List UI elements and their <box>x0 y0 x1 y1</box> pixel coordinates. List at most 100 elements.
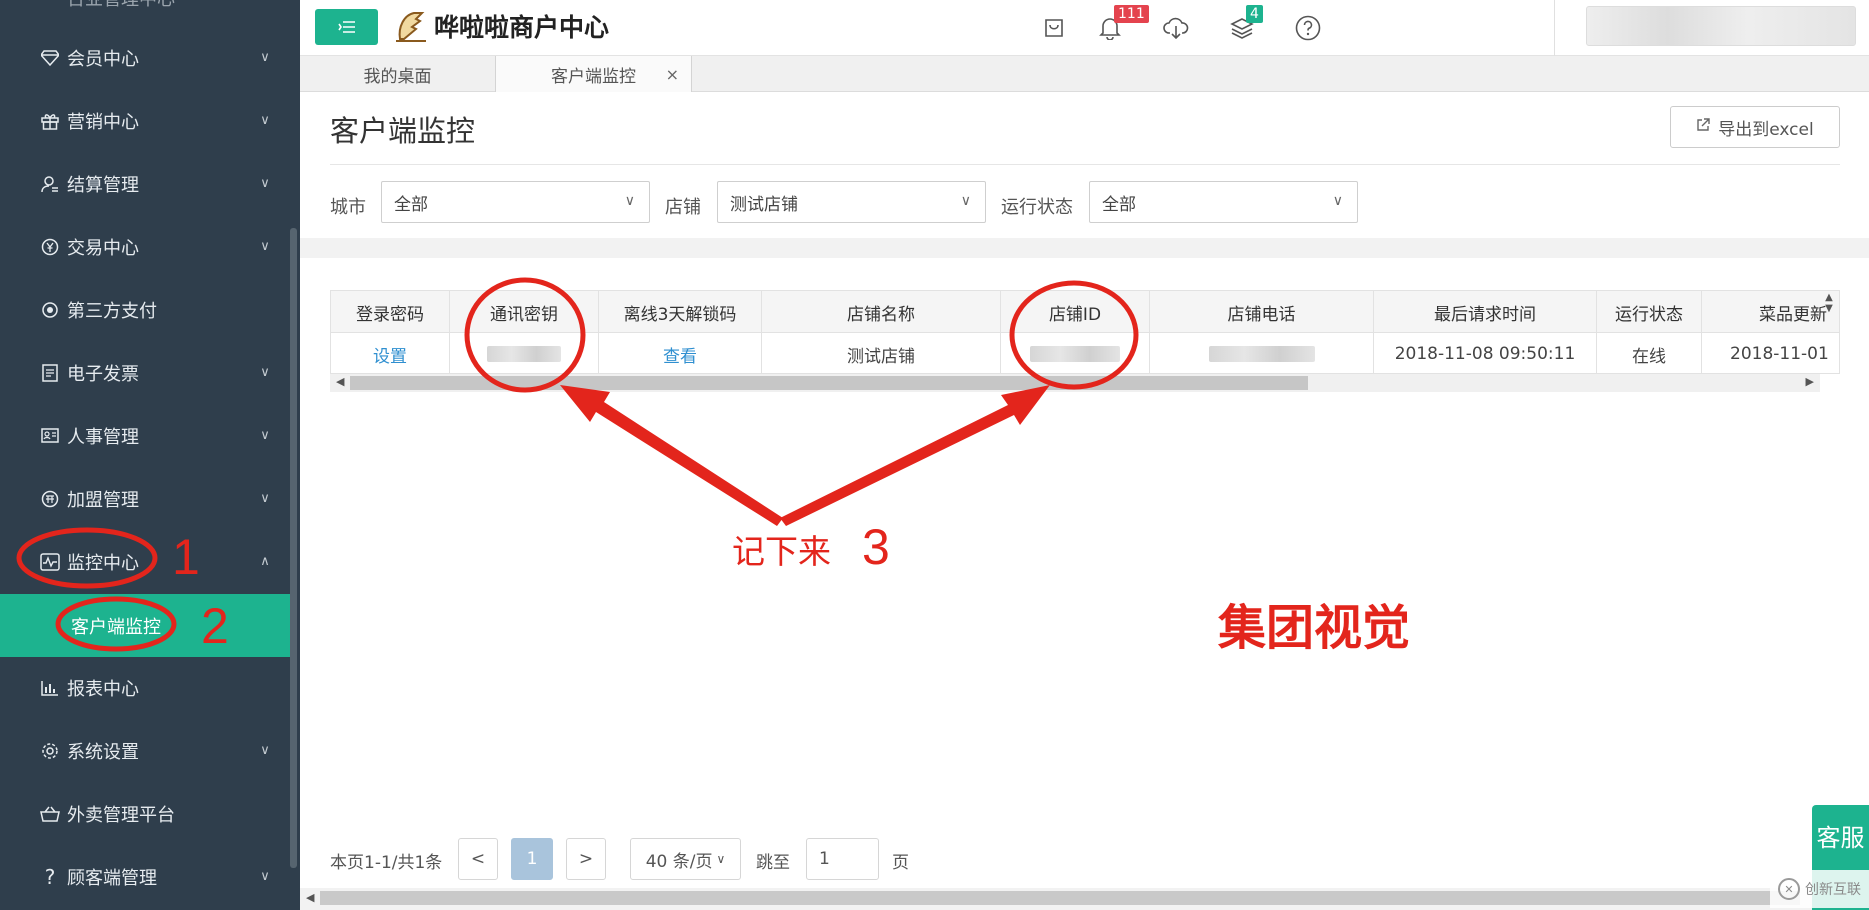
shop-name-cell: 测试店铺 <box>762 333 1001 373</box>
blurred-value <box>1208 346 1315 362</box>
sidebar-item-label: 结算管理 <box>67 174 139 196</box>
shop-phone-cell <box>1150 333 1374 373</box>
settlement-icon <box>33 175 67 193</box>
shop-select[interactable]: 测试店铺 ∨ <box>717 181 986 223</box>
sidebar-item-trade[interactable]: 交易中心 ∨ <box>0 215 290 278</box>
franchise-icon <box>33 490 67 508</box>
blurred-value <box>1030 346 1120 362</box>
city-select-value: 全部 <box>394 194 428 215</box>
sidebar-item-label: 台业管理中心 <box>67 0 290 11</box>
prev-page-button[interactable]: < <box>458 838 498 880</box>
sidebar-scrollbar[interactable] <box>290 228 297 868</box>
sidebar-item-member[interactable]: 会员中心 ∨ <box>0 26 290 89</box>
scroll-left-icon[interactable]: ◀ <box>336 375 344 388</box>
sidebar-item-third-party-pay[interactable]: 第三方支付 <box>0 278 290 341</box>
export-excel-button[interactable]: 导出到excel <box>1670 106 1840 148</box>
layers-icon[interactable]: 4 <box>1226 5 1263 44</box>
notification-bell-icon[interactable]: 111 <box>1094 5 1149 44</box>
brand-title: 哗啦啦商户中心 <box>434 13 610 42</box>
scrollbar-thumb[interactable] <box>350 376 1308 390</box>
scrollbar-thumb[interactable] <box>320 891 1800 905</box>
annotation-step-3: 3 <box>862 519 890 575</box>
tab-my-desktop[interactable]: 我的桌面 <box>300 56 496 92</box>
sidebar-item-customer-mgmt[interactable]: ? 顾客端管理 ∨ <box>0 845 290 908</box>
chevron-down-icon: ∨ <box>260 743 270 758</box>
account-box-blurred[interactable] <box>1586 6 1856 46</box>
dish-update-cell: 2018-11-01 <box>1702 333 1839 373</box>
basket-icon <box>33 806 67 822</box>
column-header: 离线3天解锁码 <box>599 291 762 333</box>
divider <box>330 164 1840 165</box>
chevron-down-icon: ∨ <box>716 852 726 866</box>
cloud-download-icon[interactable] <box>1160 12 1192 44</box>
notification-count-badge: 111 <box>1114 5 1149 23</box>
menu-collapse-icon <box>337 21 355 33</box>
table-horizontal-scrollbar[interactable]: ◀ ▶ <box>330 374 1820 392</box>
sidebar-item-label: 报表中心 <box>67 678 139 700</box>
annotation-note: 记下来 <box>732 532 831 571</box>
tab-client-monitor[interactable]: 客户端监控 × <box>496 56 692 92</box>
sidebar-item-label: 监控中心 <box>67 552 139 574</box>
shop-select-value: 测试店铺 <box>730 194 798 215</box>
status-select[interactable]: 全部 ∨ <box>1089 181 1358 223</box>
sidebar-item-label: 电子发票 <box>67 363 139 385</box>
chevron-down-icon: ∨ <box>260 428 270 443</box>
sidebar-item-partial[interactable]: 台业管理中心 <box>0 0 290 18</box>
tab-label: 我的桌面 <box>363 66 432 87</box>
view-unlock-code-link[interactable]: 查看 <box>599 333 762 373</box>
sidebar-item-hr[interactable]: 人事管理 ∨ <box>0 404 290 467</box>
sidebar: 台业管理中心 会员中心 ∨ 营销中心 ∨ 结算管理 ∨ 交易中心 ∨ 第三方支付… <box>0 0 300 910</box>
status-cell: 在线 <box>1597 333 1702 373</box>
yen-icon <box>33 238 67 256</box>
diamond-icon <box>33 49 67 66</box>
column-header: 通讯密钥 <box>450 291 599 333</box>
set-password-link[interactable]: 设置 <box>331 333 450 373</box>
next-page-button[interactable]: > <box>566 838 606 880</box>
jump-page-input[interactable]: 1 <box>806 838 879 880</box>
sidebar-item-settlement[interactable]: 结算管理 ∨ <box>0 152 290 215</box>
chevron-down-icon: ∨ <box>260 365 270 380</box>
city-select[interactable]: 全部 ∨ <box>381 181 650 223</box>
sidebar-item-e-invoice[interactable]: 电子发票 ∨ <box>0 341 290 404</box>
top-header: 哗啦啦商户中心 111 4 <box>300 0 1869 56</box>
sidebar-item-takeout-platform[interactable]: 外卖管理平台 <box>0 782 290 845</box>
eye-icon <box>33 301 67 318</box>
column-scroll-arrows[interactable]: ▲ ▼ <box>1822 292 1836 334</box>
column-header: 店铺ID <box>1001 291 1150 333</box>
header-divider <box>1554 0 1555 56</box>
scroll-right-icon[interactable]: ▶ <box>1806 375 1814 388</box>
column-header: 菜品更新 <box>1702 291 1839 333</box>
menu-toggle-button[interactable] <box>315 9 378 45</box>
chevron-down-icon: ∨ <box>260 113 270 128</box>
external-link-icon <box>1696 118 1710 136</box>
scroll-left-icon[interactable]: ◀ <box>306 891 314 904</box>
close-icon[interactable]: × <box>666 65 679 84</box>
shop-bag-icon[interactable] <box>1038 12 1070 44</box>
export-label: 导出到excel <box>1718 119 1814 140</box>
id-card-icon <box>33 428 67 443</box>
client-monitor-table: 登录密码 通讯密钥 离线3天解锁码 店铺名称 店铺ID 店铺电话 最后请求时间 … <box>330 290 1840 374</box>
help-icon[interactable] <box>1292 12 1324 44</box>
annotation-step-2: 2 <box>201 598 229 654</box>
watermark-icon: ✕ <box>1778 878 1800 900</box>
sidebar-item-system-settings[interactable]: 系统设置 ∨ <box>0 719 290 782</box>
current-page-button[interactable]: 1 <box>511 838 553 880</box>
sidebar-item-label: 客户端监控 <box>71 616 161 638</box>
column-header: 店铺电话 <box>1150 291 1374 333</box>
sidebar-item-label: 人事管理 <box>67 426 139 448</box>
sidebar-item-franchise[interactable]: 加盟管理 ∨ <box>0 467 290 530</box>
annotation-step-1: 1 <box>172 529 200 585</box>
sidebar-item-marketing[interactable]: 营销中心 ∨ <box>0 89 290 152</box>
sidebar-item-monitor-center[interactable]: 监控中心 ∧ <box>0 530 290 593</box>
sidebar-subitem-client-monitor[interactable]: 客户端监控 <box>0 594 290 657</box>
sidebar-item-label: 交易中心 <box>67 237 139 259</box>
sidebar-item-reports[interactable]: 报表中心 <box>0 656 290 719</box>
gift-icon <box>33 112 67 130</box>
sidebar-item-label: 系统设置 <box>67 741 139 763</box>
page-horizontal-scrollbar[interactable]: ◀ <box>300 888 1869 910</box>
chevron-down-icon: ∨ <box>624 193 635 209</box>
annotation-watermark-text: 集团视觉 <box>1218 600 1411 656</box>
chevron-down-icon: ∨ <box>1332 193 1343 209</box>
page-size-select[interactable]: 40 条/页 ∨ <box>630 838 741 880</box>
column-header: 店铺名称 <box>762 291 1001 333</box>
